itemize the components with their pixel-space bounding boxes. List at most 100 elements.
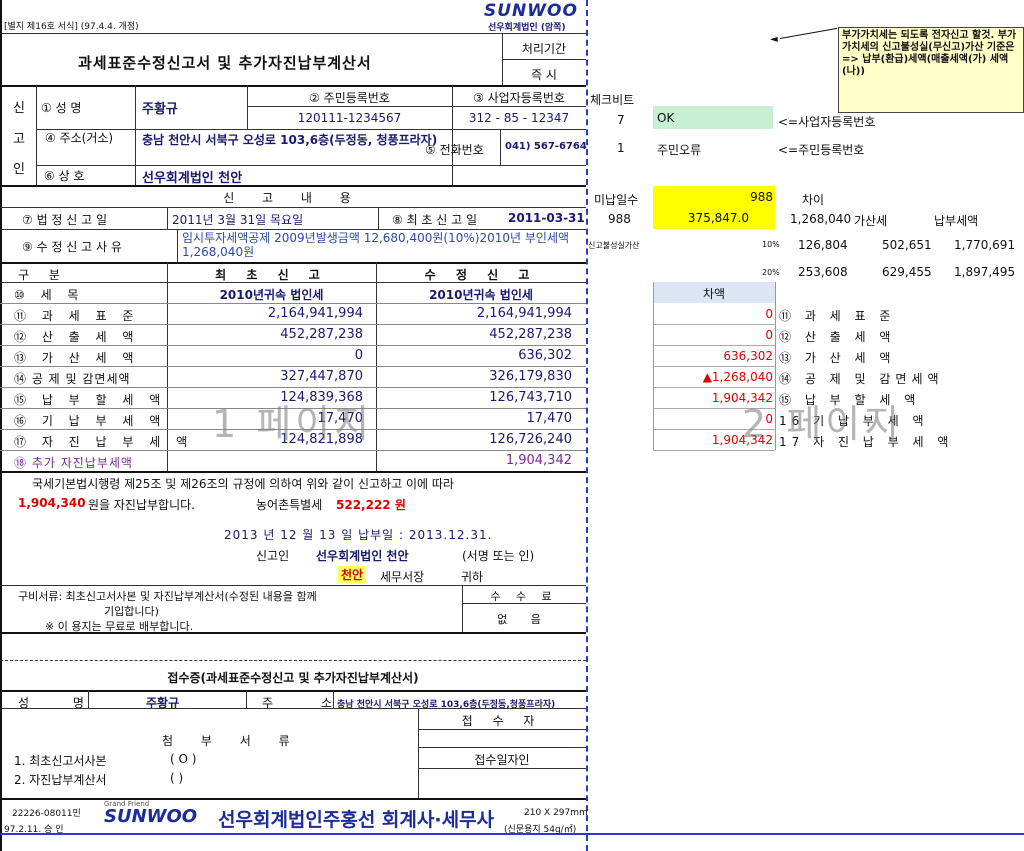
table-row-label: ⑫ 산 출 세 액 — [14, 330, 140, 344]
rule — [0, 262, 586, 264]
diff-row-label: ⑬ 가 산 세 액 — [779, 351, 896, 365]
name-label: ① 성 명 — [41, 101, 82, 115]
diff-label: 차이 — [802, 193, 825, 207]
table-row-label: ⑮ 납 부 할 세 액 — [14, 393, 167, 407]
docs-line2: 기입합니다) — [104, 605, 159, 618]
table-cell-revised: 452,287,238 — [489, 327, 572, 342]
form-number: [별지 제16호 서식] (97.4.4. 개정) — [4, 22, 139, 32]
rule — [502, 59, 586, 60]
add-tax-label: 가산세 — [854, 214, 888, 228]
diff-row-value: 636,302 — [723, 349, 773, 363]
declaration-line2: 원을 자진납부합니다. — [88, 498, 195, 512]
page-break-vertical — [586, 0, 588, 851]
rule — [0, 282, 586, 283]
reporter-side-2: 고 — [13, 132, 25, 147]
check-row1-ok: OK — [653, 106, 773, 129]
phone-value: 041) 567-6764 — [505, 141, 587, 152]
table-row-label: ⑯ 기 납 부 세 액 — [14, 414, 167, 428]
diff-row-rule — [653, 345, 775, 346]
col-revised-header: 수 정 신 고 — [424, 268, 538, 282]
attach-docs-label: 첨 부 서 류 — [162, 734, 302, 748]
rule — [0, 33, 586, 34]
trade-label: ⑥ 상 호 — [44, 169, 85, 183]
table-row-rule — [0, 303, 586, 304]
attach-item2-mark: ( ) — [170, 771, 184, 785]
report-section-title: 신 고 내 용 — [223, 191, 363, 205]
reason-value: 임시투자세액공제 2009년발생금액 12,680,400원(10%)2010년… — [182, 231, 570, 259]
tax-office-label: 세무서장 — [380, 570, 425, 584]
table-cell-revised: 126,743,710 — [489, 390, 572, 405]
rule — [135, 85, 136, 185]
rule — [36, 129, 586, 130]
footer-paper-note: (신문용지 54g/㎡) — [504, 825, 577, 835]
table-cell-revised: 2010년귀속 법인세 — [429, 288, 533, 302]
footer-approve: 97.2.11. 승 인 — [4, 825, 64, 835]
row10-rate: 10% — [762, 240, 780, 249]
table-row-label: ⑪ 과 세 표 준 — [14, 309, 140, 323]
row10-label: 신고불성실가산 — [588, 241, 640, 250]
rule — [418, 747, 586, 748]
row20-b: 629,455 — [882, 265, 932, 279]
rule — [500, 129, 501, 165]
reporter-side-1: 신 — [13, 101, 25, 116]
table-cell-first: 327,447,870 — [280, 369, 363, 384]
rule — [0, 185, 586, 187]
first-date-value: 2011-03-31 — [508, 211, 585, 225]
tax-office-suffix: 귀하 — [461, 570, 484, 584]
footer-code: 22226-08011민 — [12, 809, 81, 819]
rule — [177, 229, 178, 262]
reason-label: ⑨ 수 정 신 고 사 유 — [22, 240, 122, 254]
fee-value: 없 음 — [497, 613, 551, 626]
brn-label: ③ 사업자등록번호 — [473, 91, 565, 105]
table-row-label: ⑬ 가 산 세 액 — [14, 351, 140, 365]
legal-date-value: 2011년 3월 31일 목요일 — [172, 213, 304, 227]
row10-a: 126,804 — [798, 238, 848, 252]
row20-rate: 20% — [762, 268, 780, 277]
rule — [88, 690, 89, 708]
rule — [333, 690, 334, 708]
firm-label: 선우회계법인 (암쪽) — [488, 23, 566, 33]
diff-row-rule — [653, 387, 775, 388]
sunwoo-logo: SUNWOO — [484, 1, 578, 21]
signer-value: 선우회계법인 천안 — [316, 549, 409, 563]
check-row2-note: <=주민등록번호 — [778, 143, 865, 157]
days-value: 988 — [608, 212, 631, 226]
check-row2-num: 1 — [617, 141, 625, 155]
diff-row-rule — [653, 324, 775, 325]
processing-label: 처리기간 — [521, 42, 567, 56]
table-cell-revised: 17,470 — [526, 411, 573, 426]
rule — [36, 165, 586, 166]
rural-tax-amount: 522,222 원 — [336, 498, 406, 512]
processing-value: 즉 시 — [531, 68, 557, 82]
table-row-rule — [0, 324, 586, 325]
table-row-rule — [0, 450, 586, 451]
row10-b: 502,651 — [882, 238, 932, 252]
table-cell-revised: 326,179,830 — [489, 369, 572, 384]
table-row-label: ⑭ 공 제 및 감면세액 — [14, 372, 131, 386]
rule — [36, 85, 37, 185]
table-cell-revised: 2,164,941,994 — [476, 306, 572, 321]
declaration-line1: 국세기본법시행령 제25조 및 제26조의 규정에 의하여 위와 같이 신고하고… — [32, 477, 454, 491]
rule — [418, 729, 586, 730]
rule — [462, 603, 586, 604]
declaration-amount: 1,904,340 — [18, 496, 86, 510]
diff-row-rule — [653, 450, 775, 451]
attach-item1: 1. 최초신고서사본 — [14, 754, 107, 768]
attach-item2: 2. 자진납부계산서 — [14, 773, 107, 787]
check-row1-num: 7 — [617, 113, 625, 127]
rule — [0, 85, 586, 87]
legal-date-label: ⑦ 법 정 신 고 일 — [22, 213, 108, 227]
rule — [0, 660, 586, 661]
col-item-header: 구 분 — [18, 268, 68, 282]
calc-value: 375,847.0 — [653, 208, 775, 229]
col-first-header: 최 초 신 고 — [215, 268, 328, 282]
diff-value: 1,268,040 — [790, 212, 852, 226]
rule — [0, 632, 586, 634]
rule — [246, 690, 247, 708]
page-title: 과세표준수정신고서 및 추가자진납부계산서 — [78, 54, 372, 72]
diff-row-label: ⑫ 산 출 세 액 — [779, 330, 896, 344]
table-cell-first: 0 — [354, 348, 363, 363]
table-row-rule — [0, 345, 586, 346]
diff-row-value: 0 — [765, 307, 773, 321]
receipt-date-label: 접수일자인 — [474, 753, 530, 767]
